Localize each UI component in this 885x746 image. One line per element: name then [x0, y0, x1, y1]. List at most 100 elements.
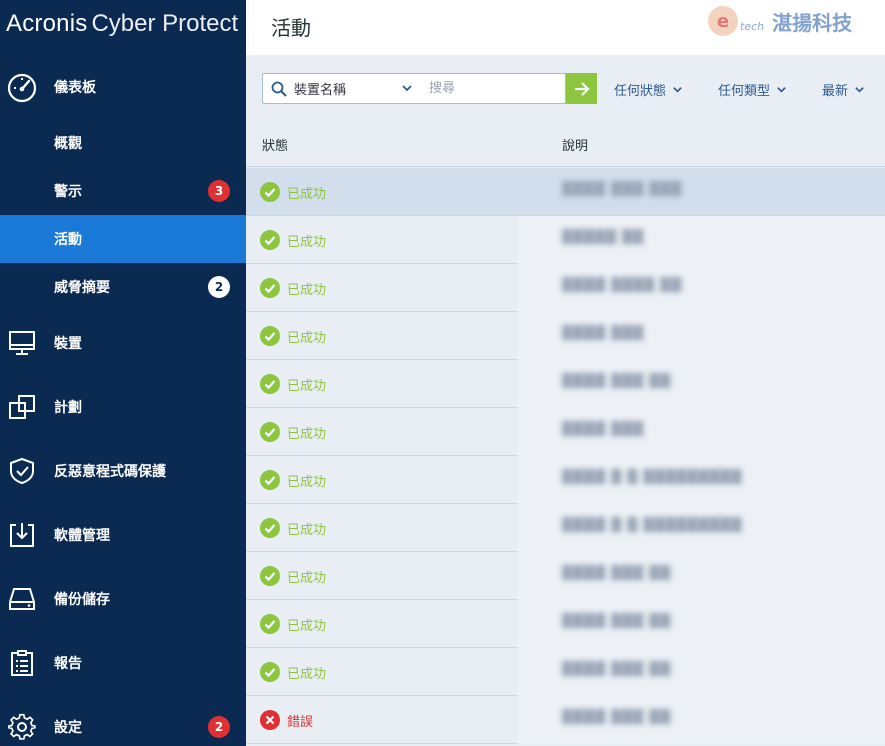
description-cell: ████ ███ ██	[562, 566, 672, 581]
status-filter-label: 任何狀態	[614, 84, 667, 99]
status-text: 已成功	[287, 234, 327, 250]
table-row[interactable]: 已成功 ████ ███ ██	[246, 648, 885, 696]
chevron-down-icon	[777, 87, 786, 93]
status-text: 已成功	[287, 282, 327, 298]
column-header-status[interactable]: 狀態	[262, 135, 288, 154]
description-cell: ████ ███	[562, 422, 645, 437]
sidebar-item-alerts[interactable]: 警示 3	[0, 167, 246, 215]
watermark: e tech 湛揚科技	[708, 6, 852, 36]
settings-count-badge: 2	[208, 716, 230, 738]
status-text: 已成功	[287, 618, 327, 634]
table-row[interactable]: 已成功 ████ █ █ █████████	[246, 456, 885, 504]
success-check-icon	[260, 470, 280, 490]
description-cell: ████ ███	[562, 326, 645, 341]
search-icon	[271, 81, 287, 97]
success-check-icon	[260, 614, 280, 634]
brand-name: Acronis	[6, 10, 88, 37]
table-header: 狀態 說明	[246, 123, 885, 167]
sidebar: Acronis Cyber Protect 儀表板 概觀 警示 3 活動 威脅摘要…	[0, 0, 246, 746]
table-row[interactable]: 已成功 ████ ████ ██	[246, 264, 885, 312]
table-row[interactable]: 已成功 ████ ███ ███	[246, 168, 885, 216]
table-row[interactable]: 已成功 ████ ███	[246, 408, 885, 456]
sidebar-item-label: 備份儲存	[54, 592, 110, 608]
description-cell: ████ ███ ██	[562, 374, 672, 389]
dashboard-gauge-icon	[6, 71, 38, 103]
storage-drive-icon	[6, 583, 38, 615]
sidebar-item-devices[interactable]: 裝置	[0, 311, 246, 375]
search-go-button[interactable]	[566, 73, 597, 104]
table-row[interactable]: 已成功 ████ ███ ██	[246, 552, 885, 600]
chevron-down-icon	[673, 87, 682, 93]
search-input[interactable]	[421, 73, 566, 104]
status-cell: 已成功	[260, 518, 326, 538]
status-cell: 已成功	[260, 566, 326, 586]
success-check-icon	[260, 566, 280, 586]
table-row[interactable]: 已成功 ████ ███ ██	[246, 600, 885, 648]
error-x-icon	[260, 710, 280, 730]
sort-label: 最新	[822, 84, 849, 99]
status-text: 已成功	[287, 570, 327, 586]
sidebar-item-backup-storage[interactable]: 備份儲存	[0, 567, 246, 631]
status-filter-dropdown[interactable]: 任何狀態	[614, 80, 683, 99]
status-text: 已成功	[287, 474, 327, 490]
status-text: 已成功	[287, 522, 327, 538]
sidebar-item-label: 活動	[54, 232, 82, 248]
sidebar-item-label: 警示	[54, 184, 82, 200]
description-cell: ████ █ █ █████████	[562, 518, 743, 533]
clipboard-report-icon	[6, 647, 38, 679]
plans-icon	[6, 391, 38, 423]
sort-dropdown[interactable]: 最新	[822, 80, 865, 99]
status-cell: 已成功	[260, 182, 326, 202]
type-filter-dropdown[interactable]: 任何類型	[718, 80, 787, 99]
status-cell: 已成功	[260, 374, 326, 394]
sidebar-item-reports[interactable]: 報告	[0, 631, 246, 695]
status-text: 已成功	[287, 330, 327, 346]
sidebar-item-settings[interactable]: 設定 2	[0, 695, 246, 746]
sidebar-item-dashboard[interactable]: 儀表板	[0, 55, 246, 119]
table-row[interactable]: 錯誤 ████ ███ ██	[246, 696, 885, 744]
sidebar-item-label: 反惡意程式碼保護	[54, 464, 166, 480]
table-row[interactable]: 已成功 ████ █ █ █████████	[246, 504, 885, 552]
monitor-icon	[6, 327, 38, 359]
arrow-right-icon	[574, 81, 590, 96]
status-text: 已成功	[287, 426, 327, 442]
success-check-icon	[260, 230, 280, 250]
brand-logo: Acronis Cyber Protect	[6, 10, 238, 38]
description-cell: ████ ███ ██	[562, 710, 672, 725]
type-filter-label: 任何類型	[718, 84, 771, 99]
description-cell: ████ █ █ █████████	[562, 470, 743, 485]
sidebar-item-software-management[interactable]: 軟體管理	[0, 503, 246, 567]
chevron-down-icon	[855, 87, 864, 93]
description-cell: ████ ████ ██	[562, 278, 683, 293]
device-dropdown-label: 裝置名稱	[294, 83, 347, 98]
sidebar-item-threat-feed[interactable]: 威脅摘要 2	[0, 263, 246, 311]
status-text: 已成功	[287, 378, 327, 394]
description-cell: █████ ██	[562, 230, 645, 245]
column-header-description[interactable]: 說明	[562, 135, 588, 154]
sidebar-item-plans[interactable]: 計劃	[0, 375, 246, 439]
watermark-text: 湛揚科技	[772, 10, 853, 35]
table-row[interactable]: 已成功 ████ ███ ██	[246, 360, 885, 408]
success-check-icon	[260, 326, 280, 346]
sidebar-item-antimalware[interactable]: 反惡意程式碼保護	[0, 439, 246, 503]
threat-count-badge: 2	[208, 276, 230, 298]
device-name-dropdown[interactable]: 裝置名稱	[262, 73, 422, 104]
description-cell: ████ ███ ██	[562, 614, 672, 629]
shield-check-icon	[6, 455, 38, 487]
sidebar-item-label: 儀表板	[54, 80, 96, 96]
status-text: 已成功	[287, 666, 327, 682]
success-check-icon	[260, 422, 280, 442]
gear-icon	[6, 711, 38, 743]
sidebar-item-activities[interactable]: 活動	[0, 215, 246, 263]
table-row[interactable]: 已成功 ████ ███	[246, 312, 885, 360]
status-text: 錯誤	[287, 714, 314, 730]
description-cell: ████ ███ ███	[562, 182, 683, 197]
main-content: 活動 e tech 湛揚科技 裝置名稱 任何狀態 任何類型 最新	[246, 0, 885, 746]
success-check-icon	[260, 662, 280, 682]
top-bar: 活動 e tech 湛揚科技	[246, 0, 885, 55]
chevron-down-icon	[402, 85, 412, 92]
sidebar-item-overview[interactable]: 概觀	[0, 119, 246, 167]
status-text: 已成功	[287, 186, 327, 202]
table-row[interactable]: 已成功 █████ ██	[246, 216, 885, 264]
status-cell: 已成功	[260, 326, 326, 346]
